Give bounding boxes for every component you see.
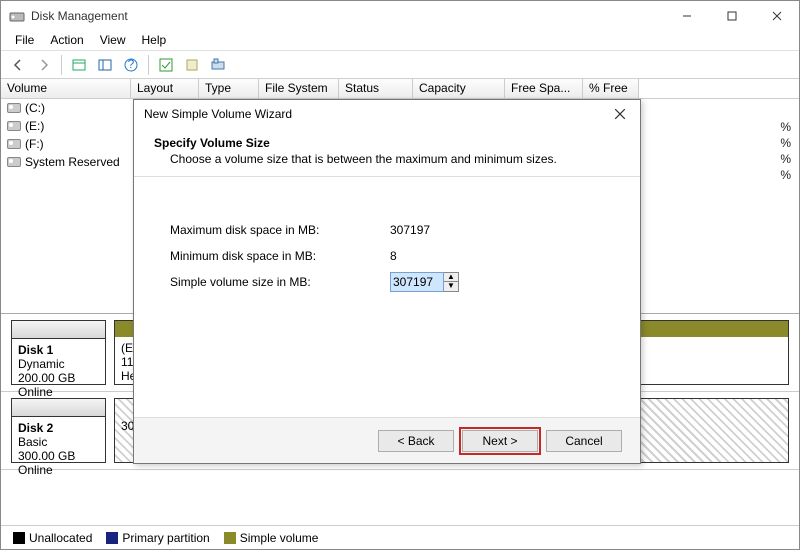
dialog-header: Specify Volume Size Choose a volume size… xyxy=(134,128,640,177)
back-icon[interactable] xyxy=(7,54,29,76)
col-status[interactable]: Status xyxy=(339,79,413,98)
volume-size-spinner[interactable]: ▲ ▼ xyxy=(390,272,459,292)
col-pctfree[interactable]: % Free xyxy=(583,79,639,98)
forward-icon[interactable] xyxy=(33,54,55,76)
volume-label: (C:) xyxy=(25,101,45,115)
dialog-close-button[interactable] xyxy=(610,104,630,124)
disk-info[interactable]: Disk 1 Dynamic 200.00 GB Online xyxy=(11,320,106,385)
close-button[interactable] xyxy=(754,1,799,31)
col-capacity[interactable]: Capacity xyxy=(413,79,505,98)
drive-icon xyxy=(7,157,21,167)
dialog-footer: < Back Next > Cancel xyxy=(134,417,640,463)
separator xyxy=(148,55,149,75)
app-icon xyxy=(9,8,25,24)
legend-item: Primary partition xyxy=(106,531,209,545)
back-button[interactable]: < Back xyxy=(378,430,454,452)
max-space-label: Maximum disk space in MB: xyxy=(170,223,390,237)
col-volume[interactable]: Volume xyxy=(1,79,131,98)
dialog-body: Maximum disk space in MB: 307197 Minimum… xyxy=(134,177,640,335)
disk-size: 300.00 GB xyxy=(18,449,99,463)
volume-label: (F:) xyxy=(25,137,44,151)
pct-free-peek: %%%% xyxy=(780,119,791,183)
volume-list-header: Volume Layout Type File System Status Ca… xyxy=(1,79,799,99)
maximize-button[interactable] xyxy=(709,1,754,31)
help-icon[interactable]: ? xyxy=(120,54,142,76)
window-title: Disk Management xyxy=(31,9,664,23)
cancel-button[interactable]: Cancel xyxy=(546,430,622,452)
menu-file[interactable]: File xyxy=(7,31,42,50)
toolbar-icon-2[interactable] xyxy=(94,54,116,76)
dialog-titlebar: New Simple Volume Wizard xyxy=(134,100,640,128)
col-free[interactable]: Free Spa... xyxy=(505,79,583,98)
min-space-label: Minimum disk space in MB: xyxy=(170,249,390,263)
disk-type: Basic xyxy=(18,435,99,449)
next-button[interactable]: Next > xyxy=(462,430,538,452)
toolbar-icon-4[interactable] xyxy=(181,54,203,76)
dialog-title: New Simple Volume Wizard xyxy=(144,107,610,121)
toolbar-icon-5[interactable] xyxy=(207,54,229,76)
spinner-down-icon[interactable]: ▼ xyxy=(444,282,458,291)
volume-size-label: Simple volume size in MB: xyxy=(170,275,390,289)
menu-action[interactable]: Action xyxy=(42,31,91,50)
separator xyxy=(61,55,62,75)
disk-status: Online xyxy=(18,463,99,477)
legend-item: Unallocated xyxy=(13,531,92,545)
title-bar: Disk Management xyxy=(1,1,799,31)
toolbar-icon-3[interactable] xyxy=(155,54,177,76)
disk-status: Online xyxy=(18,385,99,399)
disk-name: Disk 1 xyxy=(18,343,99,357)
toolbar-icon-1[interactable] xyxy=(68,54,90,76)
svg-text:?: ? xyxy=(128,57,135,71)
disk-info[interactable]: Disk 2 Basic 300.00 GB Online xyxy=(11,398,106,463)
disk-name: Disk 2 xyxy=(18,421,99,435)
disk-type: Dynamic xyxy=(18,357,99,371)
col-type[interactable]: Type xyxy=(199,79,259,98)
volume-label: System Reserved xyxy=(25,155,120,169)
menu-help[interactable]: Help xyxy=(134,31,175,50)
legend: Unallocated Primary partition Simple vol… xyxy=(1,525,799,549)
drive-icon xyxy=(7,139,21,149)
menu-view[interactable]: View xyxy=(92,31,134,50)
menu-bar: File Action View Help xyxy=(1,31,799,51)
min-space-value: 8 xyxy=(390,249,460,263)
wizard-dialog: New Simple Volume Wizard Specify Volume … xyxy=(133,99,641,464)
volume-label: (E:) xyxy=(25,119,44,133)
drive-icon xyxy=(7,121,21,131)
max-space-value: 307197 xyxy=(390,223,460,237)
toolbar: ? xyxy=(1,51,799,79)
legend-item: Simple volume xyxy=(224,531,319,545)
drive-icon xyxy=(7,103,21,113)
col-layout[interactable]: Layout xyxy=(131,79,199,98)
dialog-subheading: Choose a volume size that is between the… xyxy=(154,150,620,166)
disk-size: 200.00 GB xyxy=(18,371,99,385)
col-fs[interactable]: File System xyxy=(259,79,339,98)
dialog-heading: Specify Volume Size xyxy=(154,136,620,150)
volume-size-input[interactable] xyxy=(390,272,444,292)
minimize-button[interactable] xyxy=(664,1,709,31)
